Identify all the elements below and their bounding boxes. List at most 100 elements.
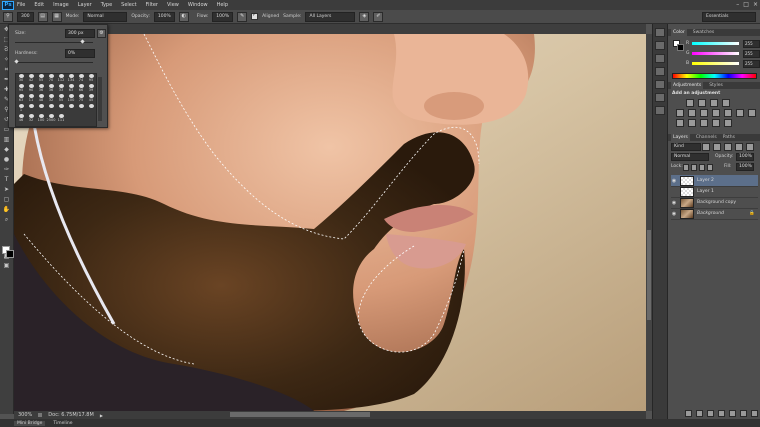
close-button[interactable]: ×	[753, 1, 758, 8]
hardness-slider[interactable]	[15, 62, 93, 63]
brush-panel-toggle-icon[interactable]: ▤	[37, 11, 48, 22]
path-selection-tool-icon[interactable]: ➤	[2, 186, 12, 194]
brush-preset[interactable]: 95	[16, 84, 26, 94]
character-panel-icon[interactable]	[655, 106, 665, 115]
color-lookup-icon[interactable]	[748, 109, 756, 117]
tab-adjustments[interactable]: Adjustments	[671, 82, 704, 89]
status-info-icon[interactable]	[38, 413, 43, 417]
brush-size-input[interactable]: 300 px	[65, 29, 95, 38]
gradient-map-icon[interactable]	[724, 119, 732, 127]
brush-preset[interactable]: 30	[16, 74, 26, 84]
new-adjustment-layer-icon[interactable]	[718, 410, 725, 417]
brush-preset[interactable]	[36, 104, 46, 114]
layer-name[interactable]: Layer 1	[697, 189, 714, 194]
menu-select[interactable]: Select	[121, 2, 136, 8]
brush-preset[interactable]: 46	[16, 114, 26, 124]
brush-preset[interactable]: 1	[16, 104, 26, 114]
filter-smart-object-icon[interactable]	[746, 143, 754, 151]
menu-image[interactable]: Image	[53, 2, 69, 8]
brush-preset[interactable]	[56, 104, 66, 114]
color-balance-icon[interactable]	[700, 109, 708, 117]
brush-preset[interactable]: 90	[26, 84, 36, 94]
tab-color[interactable]: Color	[671, 29, 687, 36]
brush-presets-scrollbar[interactable]	[98, 77, 102, 121]
brush-preset[interactable]: 36	[46, 84, 56, 94]
visibility-eye-icon[interactable]: ◉	[671, 211, 677, 217]
history-panel-icon[interactable]	[655, 28, 665, 37]
mode-select[interactable]: Normal	[83, 11, 128, 22]
brush-panel-settings-icon[interactable]: ⚙	[97, 29, 106, 38]
brush-preset[interactable]: 70	[46, 74, 56, 84]
tab-styles[interactable]: Styles	[709, 82, 723, 89]
zoom-level[interactable]: 300%	[18, 412, 32, 418]
layer-filter-kind[interactable]: Kind	[671, 143, 701, 151]
shape-tool-icon[interactable]: ▢	[2, 196, 12, 204]
clone-source-panel-icon[interactable]: ▦	[51, 11, 62, 22]
brush-preset[interactable]: 66	[76, 84, 86, 94]
brush-size-picker[interactable]: 300	[17, 11, 34, 22]
selective-color-icon[interactable]	[712, 119, 720, 127]
workspace-select[interactable]: Essentials	[702, 12, 756, 22]
color-background-swatch[interactable]	[677, 44, 684, 51]
layer-name[interactable]: Layer 2	[697, 178, 714, 183]
layer-row[interactable]: ◉ Background 🔒	[671, 208, 758, 220]
layer-style-icon[interactable]	[696, 410, 703, 417]
dodge-tool-icon[interactable]: ●	[2, 156, 12, 164]
brush-preset[interactable]: 2500	[46, 114, 56, 124]
brush-preset[interactable]	[86, 104, 96, 114]
brush-preset[interactable]: 100	[36, 114, 46, 124]
blur-tool-icon[interactable]: ◆	[2, 146, 12, 154]
info-panel-icon[interactable]	[655, 67, 665, 76]
vertical-scrollbar-thumb[interactable]	[647, 230, 651, 320]
brush-preset[interactable]: 42	[26, 74, 36, 84]
tab-layers[interactable]: Layers	[671, 134, 690, 141]
brush-preset[interactable]: 55	[56, 94, 66, 104]
tab-mini-bridge[interactable]: Mini Bridge	[14, 420, 46, 426]
channel-mixer-icon[interactable]	[736, 109, 744, 117]
opacity-input[interactable]: 100%	[153, 11, 175, 22]
brightness-contrast-icon[interactable]	[686, 99, 694, 107]
filter-pixel-icon[interactable]	[702, 143, 710, 151]
horizontal-scrollbar-thumb[interactable]	[230, 412, 370, 417]
exposure-icon[interactable]	[722, 99, 730, 107]
hue-saturation-icon[interactable]	[688, 109, 696, 117]
brush-preset[interactable]	[76, 104, 86, 114]
channel-r-value[interactable]: 255	[743, 40, 760, 48]
menu-edit[interactable]: Edit	[34, 2, 44, 8]
fill-input[interactable]: 100%	[736, 163, 754, 171]
brush-preset[interactable]: 63	[16, 94, 26, 104]
blend-mode-select[interactable]: Normal	[671, 153, 709, 161]
minimize-button[interactable]: –	[736, 1, 739, 8]
sample-select[interactable]: All Layers	[305, 11, 356, 22]
vibrance-icon[interactable]	[676, 109, 684, 117]
menu-help[interactable]: Help	[217, 2, 228, 8]
layer-opacity-input[interactable]: 100%	[736, 153, 754, 161]
flow-input[interactable]: 100%	[212, 11, 234, 22]
brush-preset[interactable]: 74	[76, 74, 86, 84]
brush-preset[interactable]: 111	[56, 114, 66, 124]
lock-transparent-icon[interactable]	[683, 164, 689, 171]
status-menu-arrow-icon[interactable]: ▶	[100, 413, 103, 418]
image-canvas[interactable]	[14, 34, 646, 411]
layer-name[interactable]: Background copy	[697, 200, 736, 205]
menu-filter[interactable]: Filter	[146, 2, 158, 8]
aligned-checkbox[interactable]	[251, 12, 259, 20]
layer-mask-icon[interactable]	[707, 410, 714, 417]
tab-swatches[interactable]: Swatches	[693, 29, 715, 36]
menu-window[interactable]: Window	[188, 2, 208, 8]
color-spectrum[interactable]	[672, 73, 757, 79]
threshold-icon[interactable]	[700, 119, 708, 127]
brush-preset[interactable]: 100	[66, 94, 76, 104]
brush-panel-icon[interactable]	[655, 80, 665, 89]
brush-preset[interactable]: 95	[86, 74, 96, 84]
invert-icon[interactable]	[676, 119, 684, 127]
type-tool-icon[interactable]: T	[2, 176, 12, 184]
maximize-button[interactable]: □	[743, 1, 749, 8]
menu-file[interactable]: File	[17, 2, 25, 8]
lock-image-icon[interactable]	[691, 164, 697, 171]
actions-panel-icon[interactable]	[655, 41, 665, 50]
brush-preset[interactable]: 45	[86, 94, 96, 104]
brush-preset[interactable]: 36	[36, 84, 46, 94]
brush-preset[interactable]: 112	[56, 74, 66, 84]
tablet-pressure-size-icon[interactable]: ✐	[373, 11, 384, 22]
